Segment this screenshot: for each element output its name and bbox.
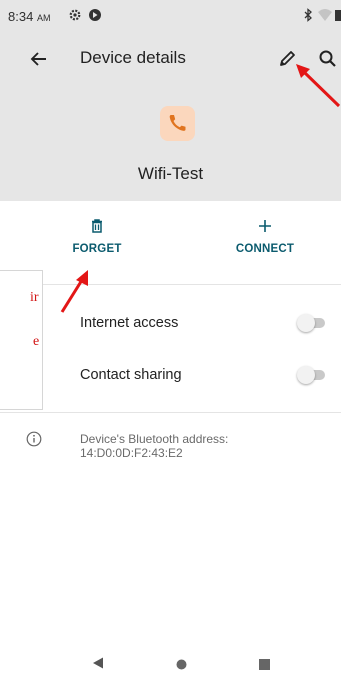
phone-icon	[169, 115, 186, 131]
connect-label: CONNECT	[235, 243, 295, 255]
pref-internet-access-label: Internet access	[80, 315, 179, 331]
device-name: Wifi-Test	[137, 164, 204, 183]
data-saver-icon	[88, 8, 102, 25]
nav-recents-button[interactable]	[259, 657, 270, 675]
forget-button[interactable]: FORGET	[42, 218, 152, 255]
divider-prefs	[0, 412, 341, 413]
battery-icon	[335, 8, 341, 25]
plus-icon	[259, 220, 271, 232]
annotation-text-1: ir	[30, 290, 39, 305]
divider-actions	[0, 284, 341, 285]
status-bar: 8:34 AM	[0, 0, 341, 34]
annotation-text-2: e	[33, 334, 40, 349]
status-time: 8:34 AM	[8, 9, 50, 24]
bluetooth-address-value: 14:D0:0D:F2:43:E2	[80, 446, 183, 460]
contact-sharing-toggle[interactable]	[297, 366, 327, 384]
bluetooth-address-label: Device's Bluetooth address:	[80, 432, 229, 446]
toggle-thumb	[297, 314, 315, 332]
recents-square-icon	[259, 659, 270, 670]
back-triangle-icon	[93, 657, 103, 669]
nav-home-button[interactable]	[176, 657, 187, 675]
info-icon	[26, 431, 42, 452]
bluetooth-icon	[303, 8, 313, 25]
arrow-left-icon	[30, 52, 46, 66]
gear-icon	[68, 8, 82, 25]
forget-label: FORGET	[72, 243, 122, 255]
toggle-thumb	[297, 366, 315, 384]
nav-back-button[interactable]	[92, 656, 104, 674]
pref-contact-sharing-label: Contact sharing	[80, 367, 182, 383]
page-title: Device details	[80, 48, 186, 67]
annotation-arrow-forget	[60, 270, 88, 313]
internet-access-toggle[interactable]	[297, 314, 327, 332]
wifi-icon	[317, 8, 333, 25]
navigation-bar	[0, 641, 341, 681]
trash-icon	[92, 219, 102, 233]
annotation-arrow-edit	[296, 64, 341, 108]
device-icon-badge	[160, 106, 195, 141]
home-circle-icon	[176, 659, 187, 670]
status-time-ampm: AM	[36, 13, 51, 23]
status-time-value: 8:34	[8, 9, 34, 24]
bluetooth-address-info: Device's Bluetooth address: 14:D0:0D:F2:…	[80, 432, 228, 460]
back-button[interactable]	[27, 47, 53, 73]
connect-button[interactable]: CONNECT	[210, 218, 320, 255]
